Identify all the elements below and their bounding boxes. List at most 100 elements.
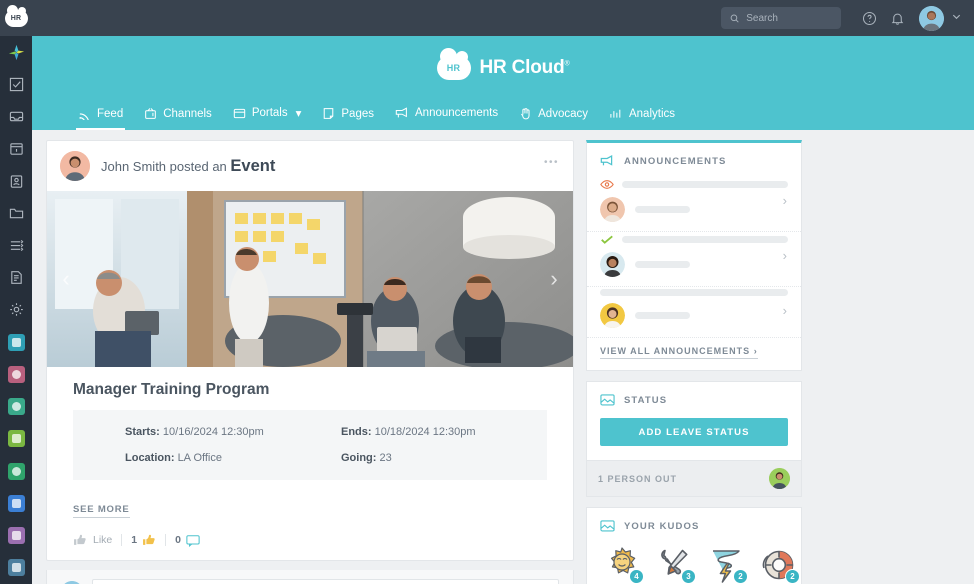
image-icon — [600, 394, 615, 406]
chevron-right-icon: › — [753, 346, 758, 356]
kudos-list: 4 3 2 2 — [587, 542, 801, 584]
search-icon — [730, 14, 739, 23]
chevron-right-icon[interactable]: › — [783, 248, 787, 263]
brand-tm: ® — [564, 60, 570, 68]
post-header: John Smith posted an Event ••• — [47, 141, 573, 191]
comment-icon — [186, 534, 200, 547]
carousel-next-button[interactable]: › — [541, 266, 567, 292]
app-blue-icon[interactable] — [0, 487, 32, 519]
app-slate-icon[interactable] — [0, 552, 32, 584]
bell-icon[interactable] — [886, 7, 908, 29]
nav-item-portals[interactable]: Portals ▾ — [231, 106, 304, 130]
app-emerald-icon[interactable] — [0, 455, 32, 487]
avatar[interactable] — [769, 468, 790, 489]
megaphone-icon — [395, 107, 407, 118]
post-author: John Smith — [101, 158, 167, 174]
announcement-item[interactable]: › — [587, 232, 801, 287]
side-column: ANNOUNCEMENTS › › › VIEW ALL ANNOUNCEMEN… — [586, 140, 802, 584]
sparkle-logo-icon[interactable] — [0, 36, 32, 68]
view-all-announcements-link[interactable]: VIEW ALL ANNOUNCEMENTS › — [600, 346, 758, 359]
nav-item-channels[interactable]: Channels — [142, 107, 214, 130]
nav-item-announcements[interactable]: Announcements — [393, 106, 500, 130]
event-location-label: Location: — [125, 452, 175, 464]
announcement-author-row — [600, 252, 788, 277]
comment-count-group[interactable]: 0 — [175, 534, 200, 547]
carousel-prev-button[interactable]: ‹ — [53, 266, 79, 292]
announcements-title: ANNOUNCEMENTS — [624, 155, 727, 167]
event-details-right: Ends: 10/18/2024 12:30pm Going: 23 — [331, 426, 547, 464]
announcement-topline — [600, 179, 788, 190]
chevron-down-icon[interactable] — [951, 9, 962, 27]
folder-icon[interactable] — [0, 197, 32, 229]
kudo-badge-tools[interactable]: 3 — [655, 545, 696, 584]
nav-label-pages: Pages — [341, 107, 374, 120]
app-lime-icon[interactable] — [0, 423, 32, 455]
like-count: 1 — [131, 534, 138, 546]
announcement-item[interactable]: › — [587, 287, 801, 338]
event-title: Manager Training Program — [73, 381, 270, 398]
add-leave-status-button[interactable]: ADD LEAVE STATUS — [600, 418, 788, 446]
app-teal-icon[interactable] — [0, 326, 32, 358]
announcement-title-placeholder — [622, 236, 788, 243]
status-title: STATUS — [624, 394, 668, 406]
app-green-ribbon-icon[interactable] — [0, 391, 32, 423]
comment-input[interactable] — [92, 579, 559, 584]
see-more-link[interactable]: SEE MORE — [73, 504, 130, 518]
nav-item-feed[interactable]: Feed — [76, 107, 126, 130]
thumbs-up-filled-icon — [143, 534, 155, 545]
document-icon[interactable] — [0, 262, 32, 294]
nav-label-analytics: Analytics — [628, 107, 676, 120]
announcement-title-placeholder — [600, 289, 788, 296]
divider — [165, 534, 167, 546]
announcement-author-placeholder — [635, 206, 690, 213]
event-ends-label: Ends: — [341, 426, 372, 438]
chevron-right-icon[interactable]: › — [783, 303, 787, 318]
kudo-count: 2 — [785, 569, 800, 584]
like-count-group[interactable]: 1 — [131, 533, 156, 547]
hand-icon — [521, 108, 530, 120]
post-author-avatar[interactable] — [60, 151, 90, 181]
calendar-icon[interactable] — [0, 133, 32, 165]
checkbox-task-icon[interactable] — [0, 68, 32, 100]
rail-logo-text: HR — [10, 14, 22, 22]
comment-count: 0 — [175, 534, 181, 546]
id-card-icon[interactable] — [0, 165, 32, 197]
teal-header: HR HR Cloud® Feed Channels Portals ▾ Pag… — [32, 36, 974, 130]
feed-column: John Smith posted an Event ••• ‹ › Manag… — [46, 140, 574, 584]
kudo-badge-lightning[interactable]: 2 — [707, 545, 748, 584]
post-type: Event — [230, 156, 276, 175]
kudo-badge-life-preserver[interactable]: 2 — [759, 545, 800, 584]
nav-label-portals: Portals — [251, 107, 288, 119]
kudo-badge-star-face[interactable]: 4 — [603, 545, 644, 584]
avatar[interactable] — [919, 5, 944, 31]
search-input[interactable] — [746, 12, 832, 24]
announcement-author-placeholder — [635, 312, 690, 319]
announcement-item[interactable]: › — [587, 177, 801, 232]
brand-name: HR Cloud® — [480, 57, 570, 79]
event-body: Manager Training Program Starts: 10/16/2… — [47, 367, 573, 486]
main-nav: Feed Channels Portals ▾ Pages Announceme… — [76, 106, 677, 130]
eye-icon — [600, 180, 614, 189]
nav-label-feed: Feed — [97, 107, 124, 120]
help-circle-icon[interactable] — [858, 7, 880, 29]
chevron-right-icon[interactable]: › — [783, 193, 787, 208]
event-starts-row: Starts: 10/16/2024 12:30pm — [125, 426, 331, 438]
hr-cloud-icon: HR — [436, 48, 471, 80]
announcement-title-placeholder — [622, 181, 788, 188]
inbox-icon[interactable] — [0, 100, 32, 132]
rail-logo[interactable]: HR — [0, 0, 32, 36]
nav-item-analytics[interactable]: Analytics — [607, 107, 677, 130]
app-chart-icon[interactable] — [0, 520, 32, 552]
search-box[interactable] — [721, 7, 841, 29]
gear-icon[interactable] — [0, 294, 32, 326]
top-bar — [32, 0, 974, 36]
status-panel: STATUS ADD LEAVE STATUS 1 PERSON OUT — [586, 381, 802, 497]
view-all-label: VIEW ALL ANNOUNCEMENTS — [600, 346, 751, 356]
like-button[interactable]: Like — [73, 533, 112, 547]
app-pink-icon[interactable] — [0, 358, 32, 390]
like-label: Like — [93, 534, 113, 546]
nav-item-pages[interactable]: Pages — [320, 107, 376, 130]
nav-item-advocacy[interactable]: Advocacy — [517, 107, 590, 130]
post-menu-button[interactable]: ••• — [544, 157, 559, 168]
sliders-icon[interactable] — [0, 229, 32, 261]
